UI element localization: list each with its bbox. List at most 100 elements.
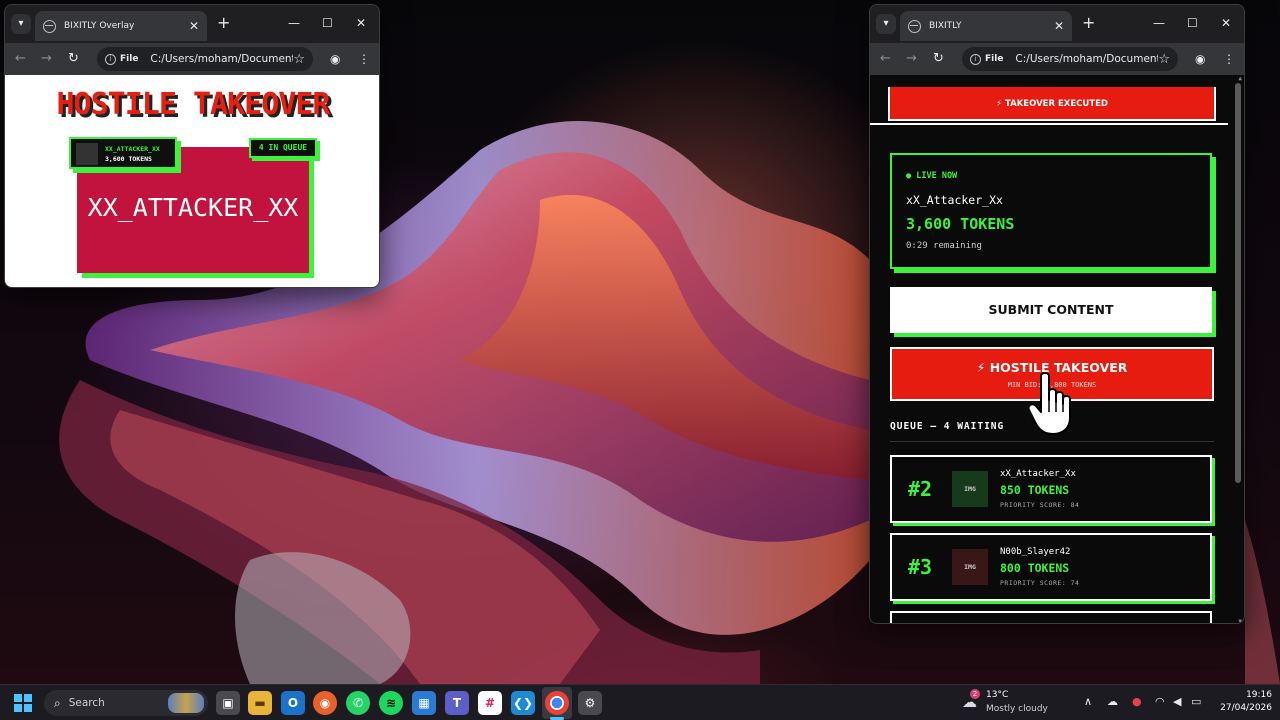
menu-kebab-icon[interactable]: ⋮ <box>1223 51 1235 67</box>
tab-close-icon[interactable]: ✕ <box>189 19 199 33</box>
minimize-button[interactable]: — <box>288 15 300 31</box>
wifi-icon[interactable]: ◠ <box>1155 695 1165 709</box>
overlay-browser-window: ▾ BIXITLY Overlay ✕ + — ☐ ✕ ← → ↻ i File… <box>4 4 380 288</box>
queue-title: QUEUE — 4 WAITING <box>890 421 1005 432</box>
url-text[interactable]: C:/Users/moham/Document... <box>1015 53 1158 65</box>
tab-overlay[interactable]: BIXITLY Overlay ✕ <box>35 11 207 41</box>
vertical-scrollbar[interactable] <box>1235 83 1241 483</box>
settings-icon[interactable]: ⚙ <box>578 691 602 715</box>
overlay-user-name: XX_ATTACKER_XX <box>105 145 160 153</box>
overlay-headline: HOSTILE TAKEOVER <box>56 87 331 122</box>
takeover-banner: ⚡ TAKEOVER EXECUTED <box>888 87 1216 121</box>
close-window-button[interactable]: ✕ <box>356 15 366 31</box>
submit-content-button[interactable]: SUBMIT CONTENT <box>890 287 1212 333</box>
overlay-user-tokens: 3,600 TOKENS <box>105 155 152 163</box>
live-remaining-time: 0:29 remaining <box>906 241 982 251</box>
profile-icon[interactable]: ◉ <box>330 51 340 67</box>
tab-dashboard[interactable]: BIXITLY ✕ <box>900 11 1072 41</box>
slack-icon[interactable]: # <box>478 691 502 715</box>
file-chip: File <box>120 54 139 64</box>
info-icon[interactable]: i <box>105 53 116 65</box>
tab-close-icon[interactable]: ✕ <box>1054 19 1064 33</box>
tab-search-button[interactable]: ▾ <box>876 14 896 34</box>
scroll-up-arrow-icon[interactable]: ▲ <box>1238 75 1242 82</box>
search-icon: ⌕ <box>54 695 61 710</box>
queue-item[interactable]: #2 IMG xX_Attacker_Xx 850 TOKENS PRIORIT… <box>890 455 1212 523</box>
microphone-icon[interactable]: ● <box>1132 695 1142 709</box>
search-placeholder: Search <box>68 697 105 709</box>
maximize-button[interactable]: ☐ <box>322 15 333 31</box>
tab-search-button[interactable]: ▾ <box>11 14 31 34</box>
queue-tokens: 850 TOKENS <box>1000 483 1070 497</box>
overlay-queue-badge: 4 IN QUEUE <box>249 138 317 158</box>
live-now-tag: ● LIVE NOW <box>906 171 958 181</box>
battery-icon[interactable]: ▭ <box>1191 695 1201 709</box>
back-button[interactable]: ← <box>15 51 26 67</box>
taskbar: ⌕ Search ▣ ▬ O ◉ ✆ ≋ ▦ T # ❮❯ ⚙ ☁ 2 13°C… <box>0 684 1280 720</box>
taskbar-search[interactable]: ⌕ Search <box>44 690 208 716</box>
tab-title: BIXITLY <box>929 21 962 31</box>
browser-toolbar: ← → ↻ i File C:/Users/moham/Document... … <box>5 43 379 75</box>
queue-thumbnail: IMG <box>952 471 988 507</box>
address-bar[interactable]: i File C:/Users/moham/Document... ☆ <box>962 47 1178 71</box>
maximize-button[interactable]: ☐ <box>1187 15 1198 31</box>
banner-divider <box>870 123 1228 125</box>
weather-description: Mostly cloudy <box>986 704 1048 714</box>
profile-icon[interactable]: ◉ <box>1195 51 1205 67</box>
chrome-icon[interactable] <box>545 691 569 715</box>
onedrive-cloud-icon[interactable]: ☁ <box>1107 695 1118 709</box>
forward-button[interactable]: → <box>906 51 917 67</box>
outlook-icon[interactable]: O <box>281 691 305 715</box>
teams-icon[interactable]: T <box>445 691 469 715</box>
queue-item[interactable]: #3 IMG N00b_Slayer42 800 TOKENS PRIORITY… <box>890 533 1212 601</box>
back-button[interactable]: ← <box>880 51 891 67</box>
queue-priority-score: PRIORITY SCORE: 84 <box>1000 501 1080 509</box>
queue-user-name: N00b_Slayer42 <box>1000 547 1071 557</box>
avatar <box>76 143 98 165</box>
overlay-page: HOSTILE TAKEOVER XX_ATTACKER_XX XX_ATTAC… <box>5 75 379 287</box>
live-user-name: xX_Attacker_Xx <box>906 193 1003 207</box>
close-window-button[interactable]: ✕ <box>1221 15 1231 31</box>
chevron-up-icon[interactable]: ∧ <box>1084 695 1092 709</box>
spotify-icon[interactable]: ≋ <box>379 691 403 715</box>
dashboard-page: ⚡ TAKEOVER EXECUTED ● LIVE NOW xX_Attack… <box>870 75 1244 623</box>
search-highlight-icon <box>168 693 204 713</box>
tab-strip: ▾ BIXITLY Overlay ✕ + — ☐ ✕ <box>5 5 379 43</box>
volume-icon[interactable]: ◀ <box>1173 695 1181 709</box>
new-tab-button[interactable]: + <box>217 15 230 31</box>
bookmark-star-icon[interactable]: ☆ <box>1158 52 1170 67</box>
windows-app-icon[interactable]: ▦ <box>412 691 436 715</box>
menu-kebab-icon[interactable]: ⋮ <box>358 51 370 67</box>
reload-button[interactable]: ↻ <box>933 51 944 67</box>
tab-title: BIXITLY Overlay <box>64 21 135 31</box>
queue-rank: #3 <box>908 555 933 579</box>
overlay-user-badge: XX_ATTACKER_XX 3,600 TOKENS <box>69 137 177 169</box>
firefox-icon[interactable]: ◉ <box>313 691 337 715</box>
clock-date: 27/04/2026 <box>1220 703 1272 713</box>
url-text[interactable]: C:/Users/moham/Document... <box>150 53 293 65</box>
dashboard-browser-window: ▾ BIXITLY ✕ + — ☐ ✕ ← → ↻ i File C:/User… <box>869 4 1245 624</box>
address-bar[interactable]: i File C:/Users/moham/Document... ☆ <box>97 47 313 71</box>
info-icon[interactable]: i <box>970 53 981 65</box>
minimize-button[interactable]: — <box>1153 15 1165 31</box>
windows-start-icon[interactable] <box>14 694 32 712</box>
live-now-card: ● LIVE NOW xX_Attacker_Xx 3,600 TOKENS 0… <box>890 153 1212 269</box>
notification-badge: 2 <box>970 689 980 699</box>
clock[interactable]: 19:16 27/04/2026 <box>1214 689 1272 715</box>
reload-button[interactable]: ↻ <box>68 51 79 67</box>
clock-time: 19:16 <box>1246 690 1272 700</box>
forward-button[interactable]: → <box>41 51 52 67</box>
queue-item-partial[interactable] <box>890 611 1212 623</box>
vscode-icon[interactable]: ❮❯ <box>511 691 535 715</box>
globe-icon <box>43 19 56 33</box>
queue-user-name: xX_Attacker_Xx <box>1000 469 1076 479</box>
queue-divider <box>890 441 1214 442</box>
bookmark-star-icon[interactable]: ☆ <box>293 52 305 67</box>
task-view-icon[interactable]: ▣ <box>216 691 240 715</box>
whatsapp-icon[interactable]: ✆ <box>346 691 370 715</box>
file-explorer-icon[interactable]: ▬ <box>248 691 272 715</box>
new-tab-button[interactable]: + <box>1082 15 1095 31</box>
hand-cursor-icon <box>1027 372 1071 435</box>
file-chip: File <box>985 54 1004 64</box>
queue-tokens: 800 TOKENS <box>1000 561 1070 575</box>
